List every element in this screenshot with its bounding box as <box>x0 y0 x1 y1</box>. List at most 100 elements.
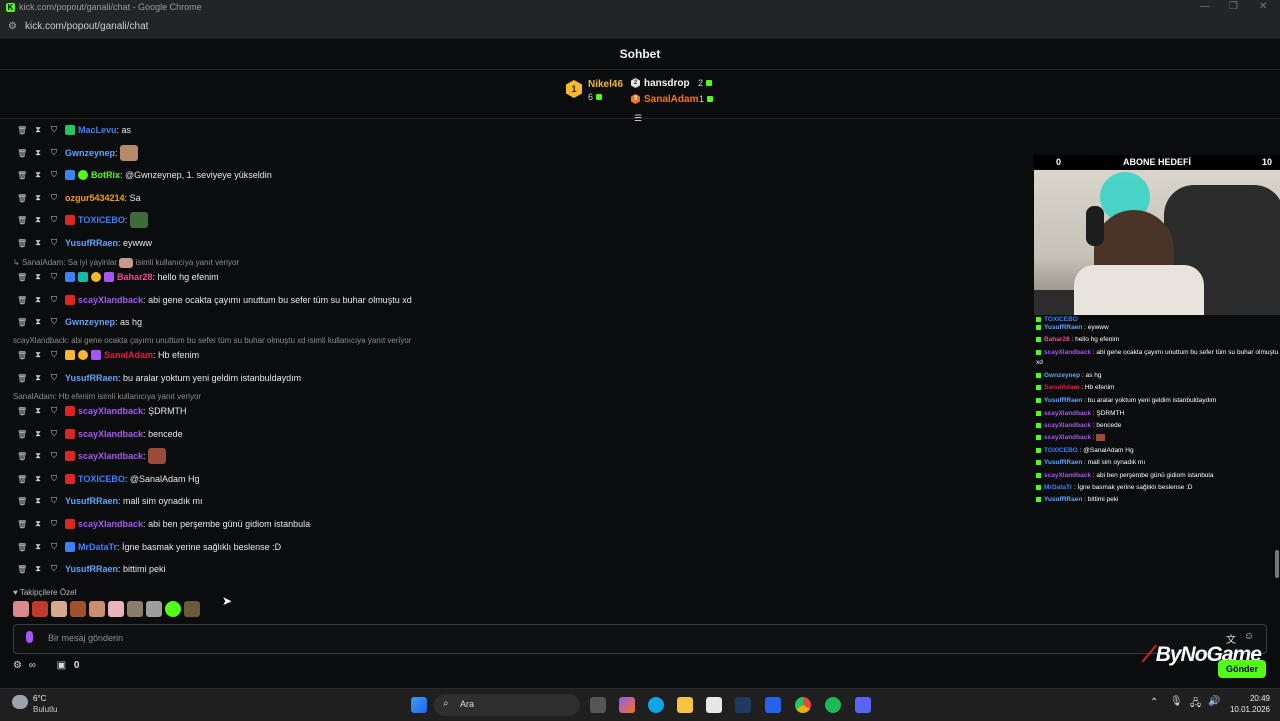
spotify-icon[interactable] <box>825 697 841 713</box>
timeout-icon[interactable]: ⧗ <box>33 429 43 439</box>
url-text[interactable]: kick.com/popout/ganali/chat <box>25 21 148 32</box>
timeout-icon[interactable]: ⧗ <box>33 272 43 282</box>
timeout-icon[interactable]: ⧗ <box>33 451 43 461</box>
settings-icon[interactable]: ⚙ <box>13 660 22 671</box>
username[interactable]: Gwnzeynep <box>65 148 115 158</box>
gifter-name[interactable]: Nikel46 <box>588 79 623 90</box>
timeout-icon[interactable]: ⧗ <box>33 474 43 484</box>
ban-icon[interactable]: ⛉ <box>49 125 59 135</box>
username[interactable]: Gwnzeynep <box>65 317 115 327</box>
username[interactable]: scayXlandback <box>78 429 143 439</box>
weather-icon[interactable] <box>12 695 28 709</box>
ban-icon[interactable]: ⛉ <box>49 350 59 360</box>
delete-icon[interactable]: 🗑 <box>17 216 27 225</box>
delete-icon[interactable]: 🗑 <box>17 239 27 248</box>
username[interactable]: Bahar28 <box>117 272 153 282</box>
username[interactable]: YusufRRaen <box>65 496 118 506</box>
minimize-icon[interactable]: — <box>1200 1 1210 12</box>
timeout-icon[interactable]: ⧗ <box>33 519 43 529</box>
emote-icon[interactable] <box>165 601 181 617</box>
taskbar-search[interactable]: ⌕ Ara <box>434 694 580 716</box>
delete-icon[interactable]: 🗑 <box>17 351 27 360</box>
ban-icon[interactable]: ⛉ <box>49 148 59 158</box>
delete-icon[interactable]: 🗑 <box>17 149 27 158</box>
timeout-icon[interactable]: ⧗ <box>33 125 43 135</box>
steam-icon[interactable] <box>735 697 751 713</box>
ban-icon[interactable]: ⛉ <box>49 373 59 383</box>
username[interactable]: TOXICEBO <box>78 215 125 225</box>
emote-icon[interactable] <box>70 601 86 617</box>
username[interactable]: scayXlandback <box>78 451 143 461</box>
ban-icon[interactable]: ⛉ <box>49 295 59 305</box>
username[interactable]: BotRix <box>91 170 120 180</box>
copilot-icon[interactable] <box>619 697 635 713</box>
delete-icon[interactable]: 🗑 <box>17 520 27 529</box>
delete-icon[interactable]: 🗑 <box>17 273 27 282</box>
timeout-icon[interactable]: ⧗ <box>33 215 43 225</box>
timeout-icon[interactable]: ⧗ <box>33 193 43 203</box>
username[interactable]: YusufRRaen <box>65 373 118 383</box>
ban-icon[interactable]: ⛉ <box>49 170 59 180</box>
delete-icon[interactable]: 🗑 <box>17 318 27 327</box>
username[interactable]: MrDataTr <box>78 542 117 552</box>
username[interactable]: MacLevu <box>78 125 117 135</box>
username[interactable]: scayXlandback <box>78 295 143 305</box>
scrollbar[interactable] <box>1275 550 1279 578</box>
reply-context[interactable]: ↳ SanalAdam: Sa iyi yayinlar isimli kull… <box>13 258 239 268</box>
timeout-icon[interactable]: ⧗ <box>33 496 43 506</box>
timeout-icon[interactable]: ⧗ <box>33 295 43 305</box>
ban-icon[interactable]: ⛉ <box>49 451 59 461</box>
clock-time[interactable]: 20:49 <box>1240 694 1270 703</box>
timeout-icon[interactable]: ⧗ <box>33 542 43 552</box>
ban-icon[interactable]: ⛉ <box>49 474 59 484</box>
timeout-icon[interactable]: ⧗ <box>33 238 43 248</box>
delete-icon[interactable]: 🗑 <box>17 565 27 574</box>
username[interactable]: TOXICEBO <box>78 474 125 484</box>
timeout-icon[interactable]: ⧗ <box>33 317 43 327</box>
emote-icon[interactable] <box>146 601 162 617</box>
reply-context[interactable]: SanalAdam: Hb efenim isimli kullanıcıya … <box>13 392 201 401</box>
delete-icon[interactable]: 🗑 <box>17 171 27 180</box>
infinity-icon[interactable]: ∞ <box>29 660 36 671</box>
emote-icon[interactable] <box>184 601 200 617</box>
username[interactable]: YusufRRaen <box>65 564 118 574</box>
timeout-icon[interactable]: ⧗ <box>33 350 43 360</box>
delete-icon[interactable]: 🗑 <box>17 296 27 305</box>
ban-icon[interactable]: ⛉ <box>49 496 59 506</box>
send-button[interactable]: Gönder <box>1218 660 1266 678</box>
site-info-icon[interactable]: ⚙ <box>8 21 17 32</box>
emote-icon[interactable] <box>89 601 105 617</box>
ban-icon[interactable]: ⛉ <box>49 564 59 574</box>
reply-context[interactable]: scayXlandback: abi gene ocakta çayımı un… <box>13 336 411 345</box>
file-explorer-icon[interactable] <box>677 697 693 713</box>
weather-condition[interactable]: Bulutlu <box>33 705 57 714</box>
chrome-icon[interactable] <box>795 697 811 713</box>
emote-icon[interactable] <box>108 601 124 617</box>
timeout-icon[interactable]: ⧗ <box>33 170 43 180</box>
delete-icon[interactable]: 🗑 <box>17 374 27 383</box>
weather-temp[interactable]: 6°C <box>33 694 46 703</box>
username[interactable]: YusufRRaen <box>65 238 118 248</box>
delete-icon[interactable]: 🗑 <box>17 475 27 484</box>
ban-icon[interactable]: ⛉ <box>49 519 59 529</box>
restore-icon[interactable]: ❐ <box>1229 1 1238 12</box>
volume-icon[interactable]: 🔊 <box>1208 696 1220 707</box>
mail-icon[interactable] <box>765 697 781 713</box>
gifter-name[interactable]: SanalAdam <box>644 94 698 105</box>
timeout-icon[interactable]: ⧗ <box>33 373 43 383</box>
emote-icon[interactable] <box>127 601 143 617</box>
chat-input[interactable]: Bir mesaj gönderin 文 ☺ <box>13 624 1267 654</box>
ban-icon[interactable]: ⛉ <box>49 193 59 203</box>
timeout-icon[interactable]: ⧗ <box>33 406 43 416</box>
windows-start-icon[interactable] <box>411 697 427 713</box>
emote-icon[interactable] <box>51 601 67 617</box>
delete-icon[interactable]: 🗑 <box>17 407 27 416</box>
ban-icon[interactable]: ⛉ <box>49 542 59 552</box>
chat-input-placeholder[interactable]: Bir mesaj gönderin <box>48 633 123 643</box>
address-bar[interactable]: ⚙ kick.com/popout/ganali/chat <box>0 16 1280 39</box>
username[interactable]: ozgur5434214 <box>65 193 125 203</box>
emote-icon[interactable] <box>13 601 29 617</box>
ban-icon[interactable]: ⛉ <box>49 317 59 327</box>
ban-icon[interactable]: ⛉ <box>49 215 59 225</box>
ban-icon[interactable]: ⛉ <box>49 429 59 439</box>
